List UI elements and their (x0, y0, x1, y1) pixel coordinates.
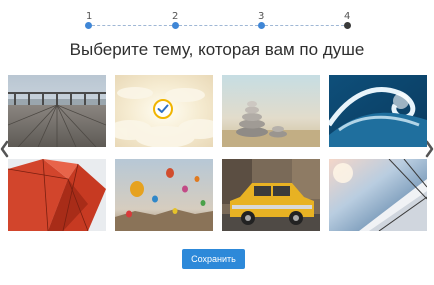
theme-tile-pier[interactable] (8, 75, 106, 147)
theme-tile-clouds[interactable] (115, 75, 213, 147)
step-dot-2[interactable] (172, 22, 179, 29)
theme-tile-sailboat[interactable] (329, 159, 427, 231)
page-title: Выберите тему, которая вам по душе (69, 40, 365, 59)
theme-tile-architecture[interactable] (8, 159, 106, 231)
architecture-image (8, 159, 106, 231)
step-connector (179, 25, 258, 26)
step-connector (92, 25, 172, 26)
pier-image (8, 75, 106, 147)
step-connector (265, 25, 344, 26)
taxi-image (222, 159, 320, 231)
sailboat-image (329, 159, 427, 231)
save-button[interactable]: Сохранить (182, 249, 245, 269)
theme-grid (8, 75, 427, 231)
selected-indicator (153, 99, 173, 119)
checkmark-icon (157, 104, 169, 113)
step-dot-4 (344, 22, 351, 29)
step-dot-1[interactable] (85, 22, 92, 29)
theme-tile-stones[interactable] (222, 75, 320, 147)
step-label-2: 2 (172, 11, 179, 22)
balloons-image (115, 159, 213, 231)
step-label-4: 4 (344, 11, 351, 22)
theme-tile-taxi[interactable] (222, 159, 320, 231)
step-label-1: 1 (86, 11, 93, 22)
stones-image (222, 75, 320, 147)
theme-tile-balloons[interactable] (115, 159, 213, 231)
progress-stepper: 1 2 3 4 (0, 0, 434, 34)
step-dot-3[interactable] (258, 22, 265, 29)
wave-image (329, 75, 427, 147)
step-label-3: 3 (258, 11, 265, 22)
theme-tile-wave[interactable] (329, 75, 427, 147)
